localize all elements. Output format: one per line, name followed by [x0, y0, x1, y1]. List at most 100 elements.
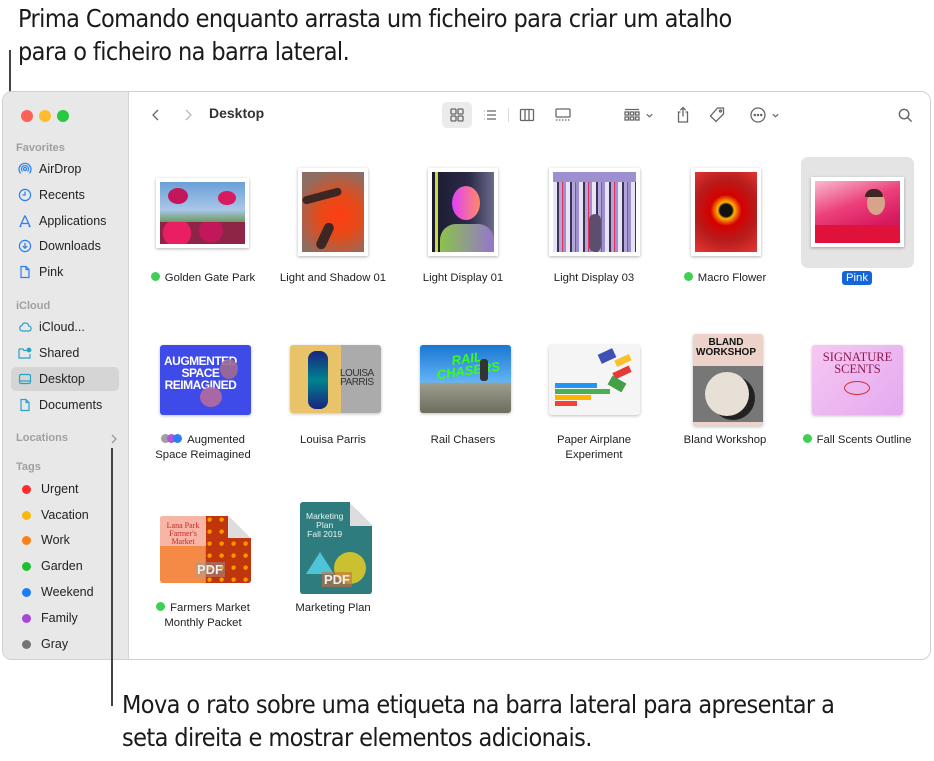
- shared-folder-icon: [18, 346, 32, 360]
- file-thumbnail: LOUISA PARRIS: [290, 345, 381, 413]
- tag-green-dot: [156, 602, 166, 611]
- zoom-button[interactable]: [57, 110, 69, 122]
- file-item[interactable]: Macro Flower: [660, 157, 790, 292]
- sidebar-item-label: Garden: [41, 559, 83, 573]
- thumb-text: PARRIS: [340, 377, 374, 388]
- applications-icon: [18, 214, 32, 228]
- file-item[interactable]: Light and Shadow 01: [268, 157, 398, 292]
- sidebar-item-shared[interactable]: Shared: [11, 341, 119, 365]
- file-item[interactable]: LOUISA PARRIS Louisa Parris: [268, 332, 398, 467]
- sidebar-tag-garden[interactable]: Garden: [11, 554, 119, 578]
- file-name: Light Display 01: [422, 272, 504, 284]
- tag-button[interactable]: [704, 102, 730, 128]
- close-button[interactable]: [21, 110, 33, 122]
- sidebar-item-airdrop[interactable]: AirDrop: [11, 157, 119, 181]
- minimize-button[interactable]: [39, 110, 51, 122]
- back-button[interactable]: [146, 102, 166, 128]
- file-thumbnail: BLAND WORKSHOP: [693, 334, 763, 426]
- tag-color-dot: [22, 639, 31, 649]
- file-item[interactable]: Light Display 01: [398, 157, 528, 292]
- group-button[interactable]: [618, 102, 658, 128]
- section-tags: Tags: [16, 461, 41, 473]
- toolbar: Desktop: [130, 92, 930, 138]
- more-actions-button[interactable]: [744, 102, 784, 128]
- sidebar-item-applications[interactable]: Applications: [11, 209, 119, 233]
- tag-color-dot: [22, 510, 31, 520]
- callout-top: Prima Comando enquanto arrasta um fichei…: [18, 4, 732, 66]
- group-icon: [623, 108, 640, 121]
- chevron-right-icon[interactable]: [109, 432, 119, 444]
- tag-green-dot: [683, 272, 693, 281]
- sidebar-item-documents[interactable]: Documents: [11, 393, 119, 417]
- file-name: Louisa Parris: [300, 434, 366, 446]
- file-thumbnail: [156, 178, 249, 248]
- sidebar-tag-gray[interactable]: Gray: [11, 632, 119, 656]
- sidebar-item-recents[interactable]: Recents: [11, 183, 119, 207]
- tag-color-dot: [22, 484, 31, 494]
- file-item[interactable]: Lana Park Farmer's Market PDF Farmers Ma…: [138, 500, 268, 635]
- sidebar-item-label: Weekend: [41, 585, 94, 599]
- sidebar-tag-work[interactable]: Work: [11, 528, 119, 552]
- column-view-button[interactable]: [513, 102, 541, 128]
- sidebar-tag-urgent[interactable]: Urgent: [11, 477, 119, 501]
- file-item[interactable]: Light Display 03: [529, 157, 659, 292]
- share-icon: [677, 106, 689, 123]
- tag-color-dot: [22, 535, 31, 545]
- list-icon: [484, 110, 496, 120]
- sidebar-tag-weekend[interactable]: Weekend: [11, 580, 119, 604]
- file-item[interactable]: Paper Airplane Experiment: [529, 332, 659, 467]
- sidebar-tag-vacation[interactable]: Vacation: [11, 503, 119, 527]
- file-item[interactable]: Marketing Plan Fall 2019 PDF Marketing P…: [268, 500, 398, 635]
- gallery-view-button[interactable]: [548, 102, 578, 128]
- chevron-left-icon: [152, 109, 159, 121]
- file-name: Marketing Plan: [295, 602, 371, 614]
- file-name-line2: Monthly Packet: [164, 617, 242, 629]
- tag-color-dot: [22, 561, 31, 571]
- file-name-line1: Farmers Market: [170, 602, 250, 614]
- sidebar-item-label: Shared: [39, 346, 80, 360]
- file-item-selected[interactable]: Pink: [792, 157, 922, 292]
- file-item[interactable]: RAIL CHASERS Rail Chasers: [398, 332, 528, 467]
- file-name[interactable]: Pink: [842, 271, 872, 285]
- chevron-down-icon: [771, 113, 779, 118]
- sidebar-item-downloads[interactable]: Downloads: [11, 234, 119, 258]
- file-item[interactable]: AUGMENTED SPACE REIMAGINED Augmented Spa…: [138, 332, 268, 467]
- file-item[interactable]: SIGNATURE SCENTS Fall Scents Outline: [792, 332, 922, 467]
- file-name: Macro Flower: [697, 272, 767, 284]
- section-favorites: Favorites: [16, 142, 65, 154]
- file-name: Light Display 03: [553, 272, 635, 284]
- cloud-icon: [18, 320, 32, 334]
- sidebar-item-label: Desktop: [39, 372, 85, 386]
- sidebar-item-desktop[interactable]: Desktop: [11, 367, 119, 391]
- sidebar-tag-family[interactable]: Family: [11, 606, 119, 630]
- pdf-badge: PDF: [195, 562, 225, 577]
- sidebar-item-icloud-drive[interactable]: iCloud...: [11, 315, 119, 339]
- document-icon: [18, 265, 32, 279]
- sidebar-item-label: Applications: [39, 214, 107, 228]
- finder-window: Favorites AirDrop Recents Applications D…: [2, 91, 931, 660]
- file-thumbnail: [298, 168, 368, 256]
- file-thumbnail: [691, 168, 761, 256]
- gallery-icon: [555, 108, 571, 121]
- window-title: Desktop: [209, 105, 265, 121]
- page-curl: [350, 502, 372, 526]
- share-button[interactable]: [670, 102, 696, 128]
- section-locations[interactable]: Locations: [16, 432, 68, 444]
- list-view-button[interactable]: [476, 102, 504, 128]
- file-name: Light and Shadow 01: [279, 272, 387, 284]
- file-name: Bland Workshop: [683, 434, 767, 446]
- callout-leader-line-bottom: [111, 448, 113, 706]
- file-thumbnail: [428, 168, 498, 256]
- sidebar-item-label: Urgent: [41, 482, 79, 496]
- sidebar-item-pink[interactable]: Pink: [11, 260, 119, 284]
- search-button[interactable]: [892, 102, 918, 128]
- sidebar-item-label: Work: [41, 533, 70, 547]
- pdf-badge: PDF: [322, 572, 352, 587]
- icon-view-button[interactable]: [442, 102, 472, 128]
- file-item[interactable]: Golden Gate Park: [138, 157, 268, 292]
- airdrop-icon: [18, 162, 32, 176]
- forward-button[interactable]: [178, 102, 198, 128]
- file-item[interactable]: BLAND WORKSHOP Bland Workshop: [660, 332, 790, 467]
- page-curl: [228, 516, 251, 538]
- thumb-text: WORKSHOP: [696, 347, 756, 358]
